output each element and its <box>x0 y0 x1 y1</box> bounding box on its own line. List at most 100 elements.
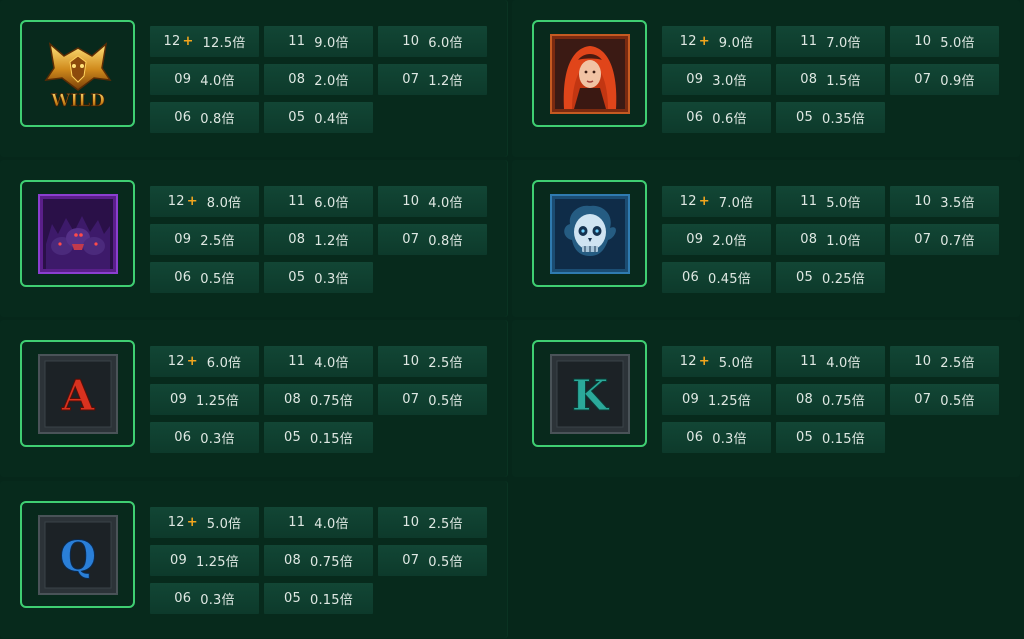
payout-count: 08 <box>288 72 306 87</box>
payout-cell: 08 0.75倍 <box>264 384 373 415</box>
payout-cell: 11 4.0倍 <box>264 346 373 377</box>
payout-cell: 12 +8.0倍 <box>150 186 259 217</box>
payout-value: 2.5倍 <box>200 234 235 249</box>
payout-count: 08 <box>284 553 301 568</box>
payout-value: 0.15倍 <box>822 432 865 447</box>
paytable-panel-three-headed-hound: 12 +8.0倍 11 6.0倍 10 4.0倍 09 2.5倍 08 1.2倍 07 0.… <box>0 160 508 317</box>
payout-cell: 07 0.5倍 <box>378 384 487 415</box>
plus-sign: + <box>186 354 198 369</box>
payout-value: 0.7倍 <box>940 234 975 249</box>
payout-value: 2.5倍 <box>428 356 463 371</box>
payout-cell: 10 6.0倍 <box>378 26 487 57</box>
payout-value: 0.75倍 <box>822 394 865 409</box>
payout-cell: 08 1.5倍 <box>776 64 885 95</box>
payout-cell: 11 9.0倍 <box>264 26 373 57</box>
payout-count: 06 <box>174 591 192 606</box>
payout-value: 0.6倍 <box>712 112 747 127</box>
payout-cell: 10 5.0倍 <box>890 26 999 57</box>
payout-cell: 07 0.5倍 <box>890 384 999 415</box>
payout-count: 09 <box>174 232 192 247</box>
payout-count: 07 <box>914 72 932 87</box>
symbol-frame: K <box>532 340 647 447</box>
payout-value: 5.0倍 <box>826 196 861 211</box>
payout-value: 1.0倍 <box>826 234 861 249</box>
payout-count: 08 <box>796 392 813 407</box>
wild-symbol-icon: WILD <box>43 41 112 110</box>
symbol-frame <box>532 180 647 287</box>
payout-value: 5.0倍 <box>940 36 975 51</box>
payout-cell: 09 2.5倍 <box>150 224 259 255</box>
letter-q-symbol-icon: Q <box>37 514 118 595</box>
payout-count: 07 <box>914 392 932 407</box>
payout-value: 0.75倍 <box>310 394 353 409</box>
payout-value: 4.0倍 <box>200 74 235 89</box>
payout-cell: 09 2.0倍 <box>662 224 771 255</box>
letter-k-glyph: K <box>571 371 609 420</box>
blue-skull-symbol-icon <box>549 193 630 274</box>
payout-cell: 07 0.8倍 <box>378 224 487 255</box>
wild-label: WILD <box>50 91 105 110</box>
payout-value: 1.25倍 <box>708 394 751 409</box>
paytable-panel-letter-q: Q 12 +5.0倍 11 4.0倍 10 2.5倍 09 1.25倍 08 0.75倍 … <box>0 481 508 638</box>
payout-cell: 11 5.0倍 <box>776 186 885 217</box>
plus-sign: + <box>186 515 198 530</box>
payout-value: 1.25倍 <box>196 555 239 570</box>
payout-cell: 09 3.0倍 <box>662 64 771 95</box>
payout-value: 7.0倍 <box>718 196 754 211</box>
payout-count: 05 <box>284 430 301 445</box>
payout-cell: 06 0.8倍 <box>150 102 259 133</box>
symbol-frame: WILD <box>20 20 135 127</box>
payout-cell: 05 0.25倍 <box>776 262 885 293</box>
payout-count: 07 <box>402 232 420 247</box>
paytable-panel-red-haired-woman: 12 +9.0倍 11 7.0倍 10 5.0倍 09 3.0倍 08 1.5倍 07 0.… <box>512 0 1020 157</box>
payout-cell: 10 4.0倍 <box>378 186 487 217</box>
payout-cell: 08 0.75倍 <box>776 384 885 415</box>
payout-count: 06 <box>174 270 192 285</box>
payout-count: 10 <box>402 354 420 369</box>
payout-value: 4.0倍 <box>428 196 463 211</box>
payout-value: 1.5倍 <box>826 74 861 89</box>
payout-count: 12 <box>163 34 181 49</box>
payout-value: 12.5倍 <box>202 36 246 51</box>
payout-count: 09 <box>686 72 704 87</box>
payout-value: 0.25倍 <box>822 272 865 287</box>
payout-count: 09 <box>170 392 187 407</box>
payout-value: 8.0倍 <box>206 196 242 211</box>
letter-q-glyph: Q <box>59 532 96 581</box>
plus-sign: + <box>182 34 194 49</box>
payout-cell: 05 0.15倍 <box>264 422 373 453</box>
payout-count: 06 <box>174 110 192 125</box>
payout-count: 05 <box>796 270 813 285</box>
payout-count: 08 <box>800 232 818 247</box>
payout-count: 09 <box>682 392 699 407</box>
payout-count: 09 <box>686 232 704 247</box>
payout-cell: 06 0.3倍 <box>662 422 771 453</box>
payout-count: 05 <box>284 591 301 606</box>
payout-count: 12 <box>167 194 185 209</box>
payout-value: 2.0倍 <box>712 234 747 249</box>
payout-count: 05 <box>288 270 306 285</box>
payout-count: 12 <box>679 194 697 209</box>
payout-value: 0.3倍 <box>200 593 235 608</box>
payout-cell: 10 2.5倍 <box>378 507 487 538</box>
plus-sign: + <box>698 354 710 369</box>
payout-count: 08 <box>284 392 301 407</box>
payout-value: 6.0倍 <box>314 196 349 211</box>
payout-value: 0.4倍 <box>314 112 349 127</box>
payout-count: 08 <box>800 72 818 87</box>
payout-count: 05 <box>796 110 813 125</box>
letter-k-symbol-icon: K <box>549 353 630 434</box>
symbol-frame <box>532 20 647 127</box>
payout-value: 9.0倍 <box>314 36 349 51</box>
payout-count: 07 <box>402 553 420 568</box>
payout-value: 0.75倍 <box>310 555 353 570</box>
payout-value: 3.0倍 <box>712 74 747 89</box>
payout-count: 06 <box>682 270 699 285</box>
payout-count: 08 <box>288 232 306 247</box>
payout-cell: 05 0.35倍 <box>776 102 885 133</box>
payout-value: 1.2倍 <box>314 234 349 249</box>
plus-sign: + <box>186 194 198 209</box>
payout-count: 10 <box>402 194 420 209</box>
payout-cell: 07 0.5倍 <box>378 545 487 576</box>
payout-cell: 09 1.25倍 <box>662 384 771 415</box>
